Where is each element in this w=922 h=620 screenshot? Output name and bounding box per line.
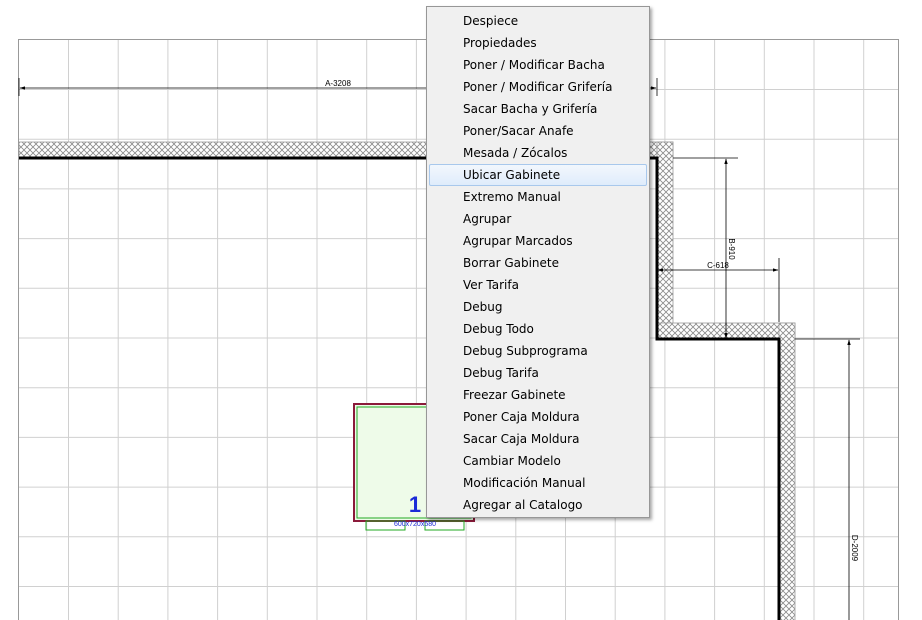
menu-item-agrupar[interactable]: Agrupar	[429, 208, 647, 230]
menu-item-sacar-caja-moldura[interactable]: Sacar Caja Moldura	[429, 428, 647, 450]
menu-item-agrupar-marcados[interactable]: Agrupar Marcados	[429, 230, 647, 252]
menu-item-debug-todo[interactable]: Debug Todo	[429, 318, 647, 340]
menu-item-modificacion-manual[interactable]: Modificación Manual	[429, 472, 647, 494]
menu-item-poner-caja-moldura[interactable]: Poner Caja Moldura	[429, 406, 647, 428]
wall-right-lower	[778, 322, 796, 620]
menu-item-ver-tarifa[interactable]: Ver Tarifa	[429, 274, 647, 296]
dimension-c-label: C-618	[707, 261, 729, 270]
menu-item-debug-subprograma[interactable]: Debug Subprograma	[429, 340, 647, 362]
menu-item-freezar-gabinete[interactable]: Freezar Gabinete	[429, 384, 647, 406]
dimension-a-label: A-3208	[325, 79, 351, 88]
context-menu: Despiece Propiedades Poner / Modificar Bac…	[426, 6, 650, 518]
menu-item-poner-sacar-anafe[interactable]: Poner/Sacar Anafe	[429, 120, 647, 142]
dimension-d-label: D-2009	[850, 535, 859, 562]
menu-item-despiece[interactable]: Despiece	[429, 10, 647, 32]
menu-item-ubicar-gabinete[interactable]: Ubicar Gabinete	[429, 164, 647, 186]
wall-right-upper	[656, 141, 674, 341]
menu-item-propiedades[interactable]: Propiedades	[429, 32, 647, 54]
menu-item-sacar-bacha-y-griferia[interactable]: Sacar Bacha y Grifería	[429, 98, 647, 120]
dimension-b-label: B-910	[727, 238, 736, 260]
menu-item-borrar-gabinete[interactable]: Borrar Gabinete	[429, 252, 647, 274]
menu-item-poner-modificar-griferia[interactable]: Poner / Modificar Grifería	[429, 76, 647, 98]
menu-item-debug-tarifa[interactable]: Debug Tarifa	[429, 362, 647, 384]
cabinet-size-label: 600x720x580	[394, 521, 436, 528]
menu-item-poner-modificar-bacha[interactable]: Poner / Modificar Bacha	[429, 54, 647, 76]
menu-item-mesada-zocalos[interactable]: Mesada / Zócalos	[429, 142, 647, 164]
cabinet-number: 1	[409, 492, 421, 517]
menu-item-agregar-al-catalogo[interactable]: Agregar al Catalogo	[429, 494, 647, 516]
menu-item-cambiar-modelo[interactable]: Cambiar Modelo	[429, 450, 647, 472]
menu-item-debug[interactable]: Debug	[429, 296, 647, 318]
menu-item-extremo-manual[interactable]: Extremo Manual	[429, 186, 647, 208]
